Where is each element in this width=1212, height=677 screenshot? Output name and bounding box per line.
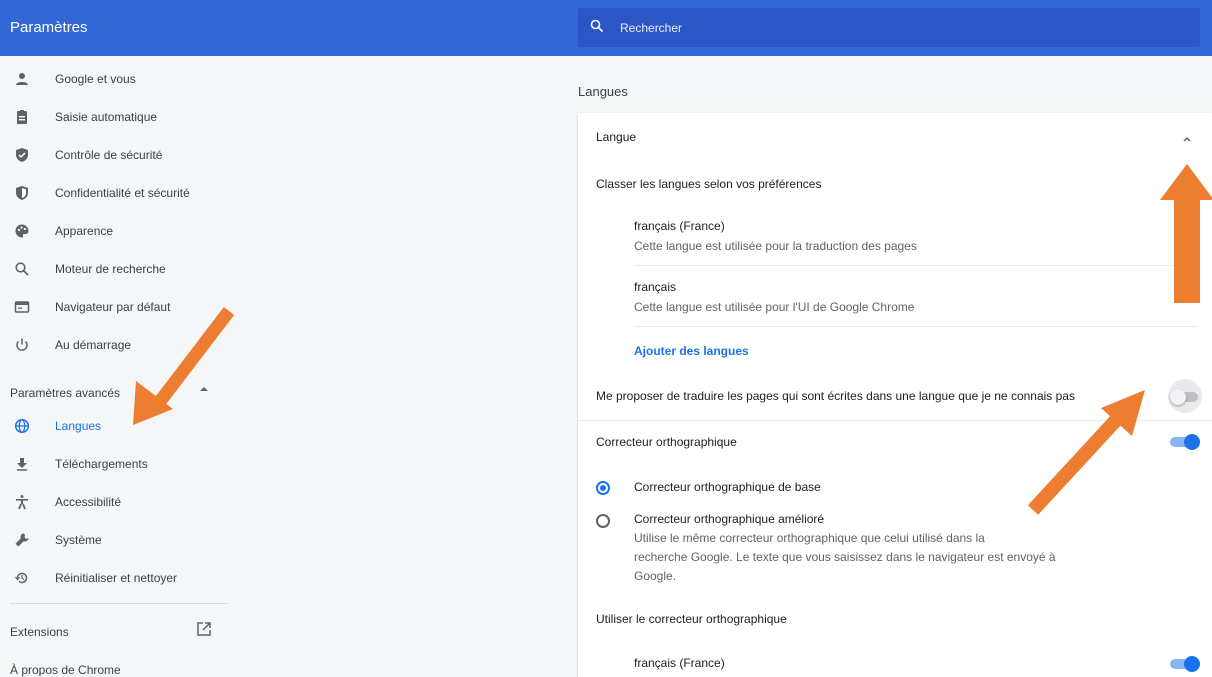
annotation-arrow-toggle	[1027, 390, 1145, 515]
annotation-arrow-sidebar	[133, 307, 235, 425]
annotation-arrows	[133, 164, 1212, 515]
annotation-arrow-collapse	[1160, 164, 1212, 303]
